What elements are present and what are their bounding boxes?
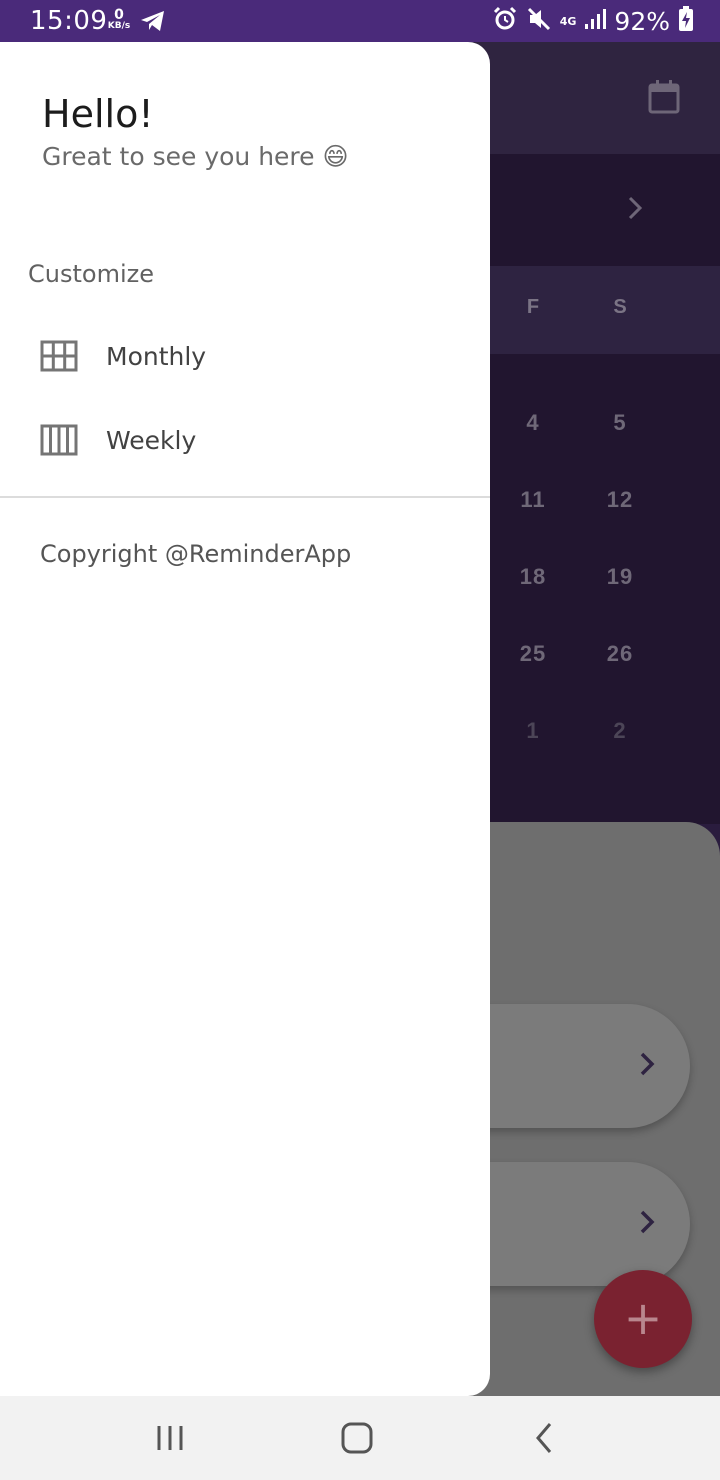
back-icon[interactable]	[532, 1418, 558, 1463]
alarm-icon	[492, 6, 518, 36]
mute-icon	[526, 6, 552, 36]
status-bar: 15:09 0 KB/s 4G 92%	[0, 0, 720, 42]
chevron-right-icon[interactable]	[622, 194, 648, 227]
calendar-day[interactable]: 5	[595, 410, 645, 436]
calendar-day[interactable]: 1	[508, 718, 558, 744]
calendar-day[interactable]: 2	[595, 718, 645, 744]
status-time: 15:09	[30, 6, 108, 36]
weekday-label: S	[613, 296, 627, 318]
drawer-divider	[0, 496, 490, 498]
navigation-drawer: Hello! Great to see you here 😄 Customize…	[0, 42, 490, 1396]
calendar-day[interactable]: 25	[508, 641, 558, 667]
calendar-day[interactable]: 18	[508, 564, 558, 590]
chevron-right-icon	[638, 1208, 656, 1241]
battery-percent: 92%	[614, 6, 670, 36]
calendar-day[interactable]: 4	[508, 410, 558, 436]
recent-apps-icon[interactable]	[156, 1418, 186, 1463]
chevron-right-icon	[638, 1050, 656, 1083]
menu-item-label: Monthly	[106, 341, 207, 371]
customize-section-title: Customize	[28, 260, 154, 288]
telegram-icon	[140, 9, 166, 37]
grid-icon	[40, 340, 78, 372]
drawer-subtitle: Great to see you here 😄	[42, 142, 349, 171]
network-type: 4G	[559, 14, 577, 28]
calendar-day[interactable]: 11	[508, 487, 558, 513]
calendar-day[interactable]: 19	[595, 564, 645, 590]
weekday-label: F	[526, 296, 540, 318]
add-reminder-button[interactable]: +	[594, 1270, 692, 1368]
menu-item-label: Weekly	[106, 425, 197, 455]
menu-item-monthly[interactable]: Monthly	[0, 314, 490, 398]
calendar-day[interactable]: 26	[595, 641, 645, 667]
net-speed-value: 0	[114, 7, 124, 23]
home-icon[interactable]	[340, 1418, 374, 1463]
battery-charging-icon	[678, 6, 694, 36]
system-nav-bar	[0, 1396, 720, 1480]
drawer-greeting: Hello!	[42, 92, 154, 136]
calendar-icon[interactable]	[648, 80, 680, 119]
calendar-day[interactable]: 12	[595, 487, 645, 513]
net-speed: 0 KB/s	[104, 8, 134, 31]
columns-icon	[40, 424, 78, 456]
net-speed-unit: KB/s	[107, 21, 131, 31]
menu-item-weekly[interactable]: Weekly	[0, 398, 490, 482]
status-icons: 4G 92%	[492, 0, 694, 42]
copyright-text: Copyright @ReminderApp	[40, 540, 352, 568]
signal-icon	[584, 8, 607, 34]
